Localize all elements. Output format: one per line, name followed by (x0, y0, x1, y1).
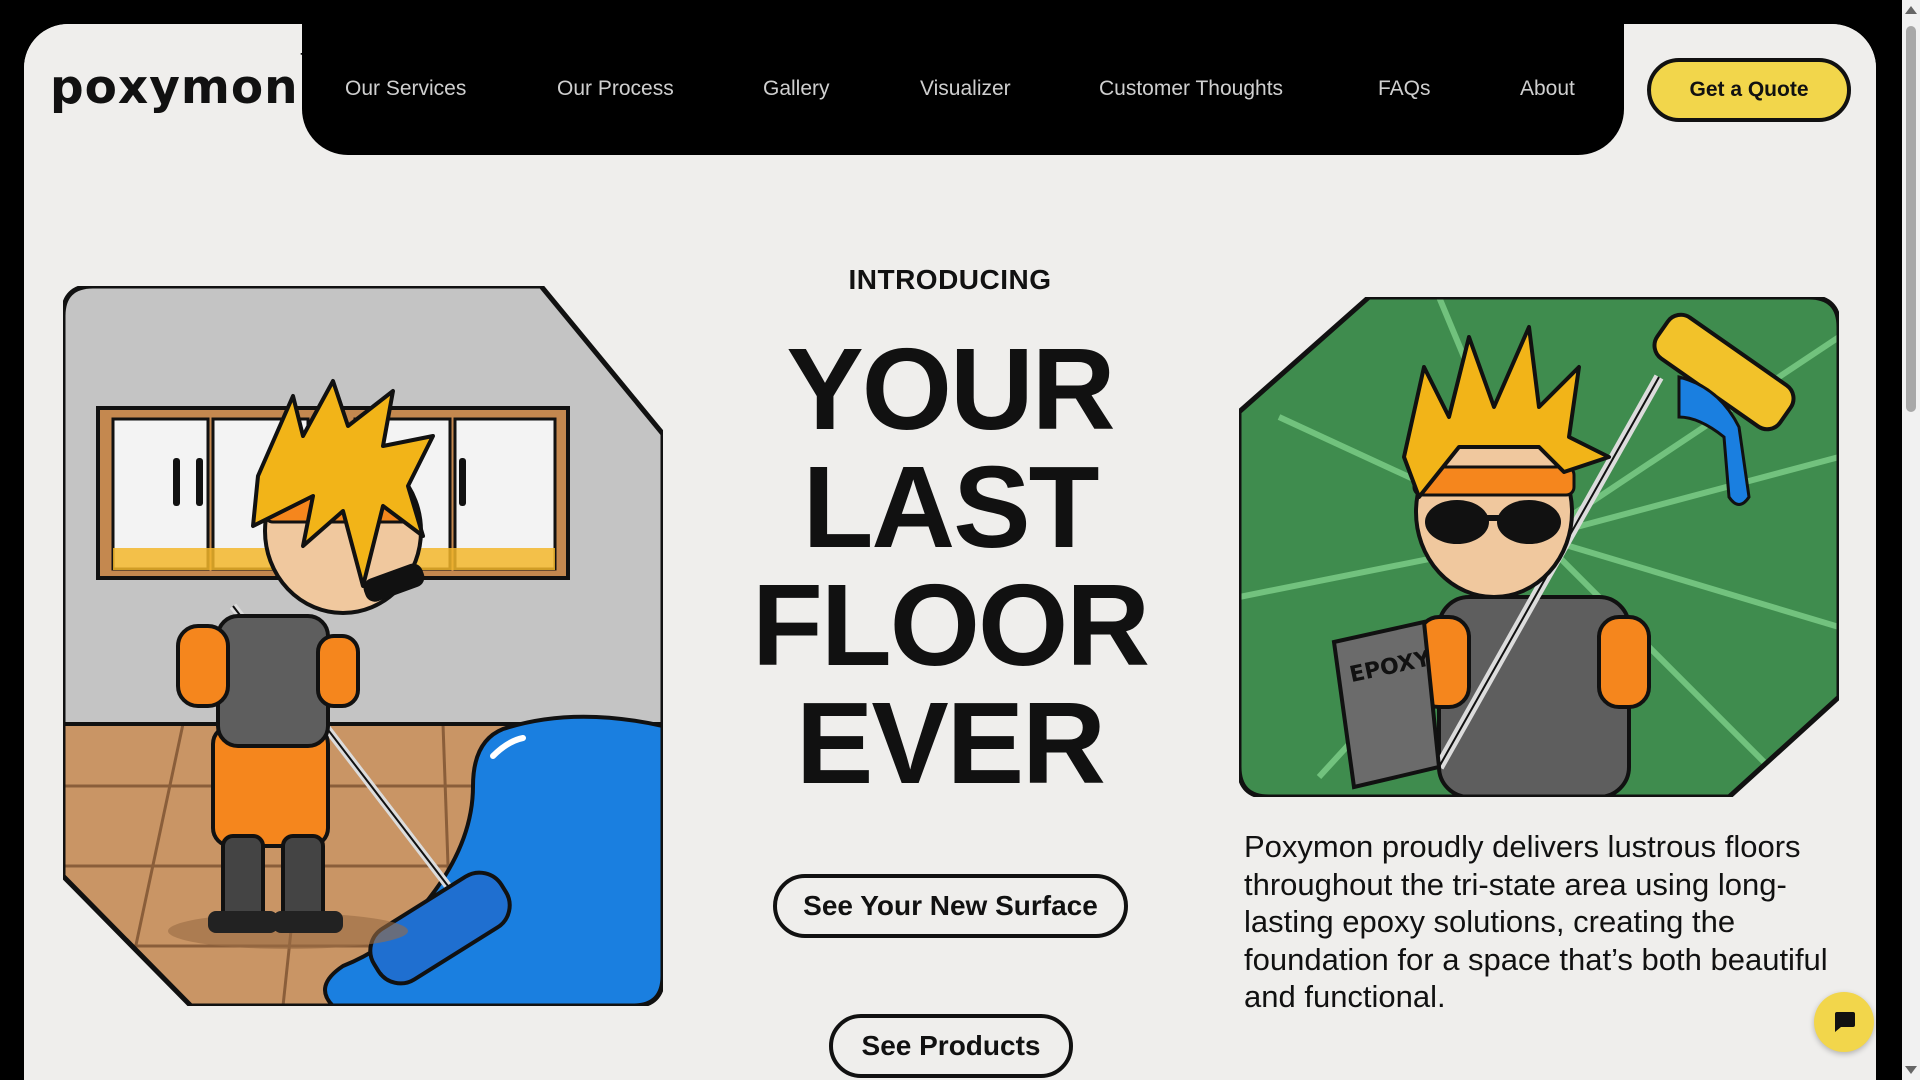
hero-description: Poxymon proudly delivers lustrous floors… (1244, 829, 1828, 1014)
scroll-up-arrow-icon[interactable] (1905, 6, 1917, 14)
nav-gallery[interactable]: Gallery (763, 77, 830, 101)
nav-our-services[interactable]: Our Services (345, 77, 466, 101)
brand-logo[interactable]: poxymonTM (50, 51, 323, 115)
hero-illustration-epoxy-bucket: EPOXY (1239, 297, 1839, 797)
nav-visualizer[interactable]: Visualizer (920, 77, 1011, 101)
main-nav: Our Services Our Process Gallery Visuali… (302, 0, 1624, 155)
get-a-quote-button[interactable]: Get a Quote (1647, 58, 1851, 122)
nav-customer-thoughts[interactable]: Customer Thoughts (1099, 77, 1283, 101)
headline-line-4: EVER (796, 678, 1106, 808)
chat-widget-button[interactable] (1814, 992, 1874, 1052)
logo-text: poxymon (50, 60, 299, 115)
hero-illustration-mopping (63, 286, 663, 1006)
hero-headline: YOUR LAST FLOOR EVER (720, 330, 1180, 802)
see-products-button[interactable]: See Products (829, 1014, 1073, 1078)
hero-eyebrow: INTRODUCING (848, 264, 1052, 295)
nav-our-process[interactable]: Our Process (557, 77, 674, 101)
headline-line-1: YOUR (786, 324, 1115, 454)
headline-line-2: LAST (802, 442, 1100, 572)
scroll-down-arrow-icon[interactable] (1905, 1066, 1917, 1074)
see-your-new-surface-button[interactable]: See Your New Surface (773, 874, 1128, 938)
chat-bubble-icon (1835, 1012, 1855, 1032)
nav-faqs[interactable]: FAQs (1378, 77, 1431, 101)
scrollbar-thumb[interactable] (1906, 26, 1916, 412)
headline-line-3: FLOOR (752, 560, 1150, 690)
nav-about[interactable]: About (1520, 77, 1575, 101)
